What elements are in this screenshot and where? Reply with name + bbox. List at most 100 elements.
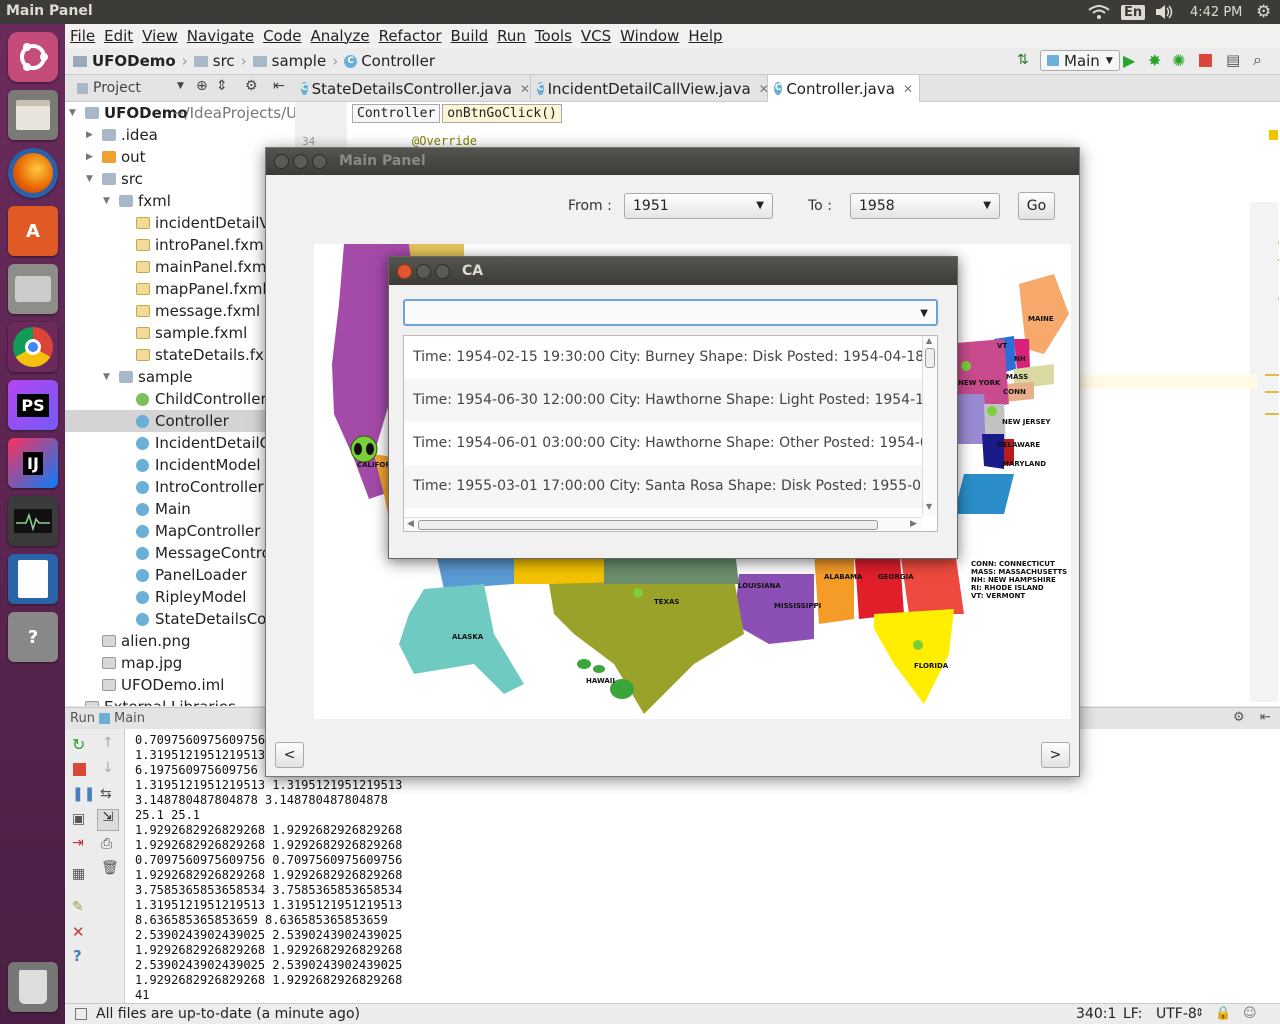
tree-item[interactable]: sample.fxml bbox=[65, 322, 295, 344]
tree-item[interactable]: incidentDetailVie bbox=[65, 212, 295, 234]
maximize-window-icon[interactable] bbox=[312, 154, 327, 169]
exit-icon[interactable]: ⇥ bbox=[72, 835, 84, 851]
wifi-icon[interactable] bbox=[1088, 0, 1110, 24]
disks-icon[interactable] bbox=[8, 264, 58, 314]
phpstorm-icon[interactable]: PS bbox=[8, 380, 58, 430]
tree-item[interactable]: ▼ sample bbox=[65, 366, 295, 388]
menu-vcs[interactable]: VCS bbox=[581, 27, 611, 45]
close-tab-icon[interactable]: ✕ bbox=[520, 82, 530, 96]
tree-item[interactable]: ▶ .idea bbox=[65, 124, 295, 146]
pause-icon[interactable]: ❚❚ bbox=[72, 786, 95, 802]
go-button[interactable]: Go bbox=[1018, 192, 1055, 220]
tree-item[interactable]: alien.png bbox=[65, 630, 295, 652]
previous-button[interactable]: < bbox=[275, 742, 304, 768]
next-button[interactable]: > bbox=[1041, 742, 1070, 768]
tree-item[interactable]: ▼ src bbox=[65, 168, 295, 190]
project-label[interactable]: Project bbox=[93, 80, 141, 96]
inspection-marker[interactable] bbox=[1269, 130, 1278, 140]
software-center-icon[interactable]: A bbox=[8, 206, 58, 256]
project-structure-icon[interactable]: ▤ bbox=[1226, 51, 1240, 69]
minimize-window-icon[interactable] bbox=[293, 154, 308, 169]
scroll-right-arrow-icon[interactable]: ▶ bbox=[910, 519, 917, 529]
vertical-scrollbar[interactable]: ▲ ▼ bbox=[922, 336, 937, 516]
files-icon[interactable] bbox=[8, 90, 58, 140]
tree-expand-icon[interactable]: ▼ bbox=[69, 102, 76, 124]
run-config-tab-label[interactable]: Main bbox=[114, 711, 145, 726]
rerun-icon[interactable]: ↻ bbox=[72, 735, 85, 754]
layout-icon[interactable]: ▦ bbox=[72, 866, 85, 882]
menu-file[interactable]: File bbox=[70, 27, 95, 45]
collapse-all-icon[interactable]: ⇕ bbox=[216, 78, 228, 94]
volume-icon[interactable] bbox=[1154, 0, 1174, 24]
clear-all-icon[interactable]: 🗑 bbox=[101, 860, 119, 876]
tree-item[interactable]: StateDetailsCon bbox=[65, 608, 295, 630]
close-run-icon[interactable]: ✕ bbox=[72, 923, 85, 941]
breadcrumb-controller[interactable]: Controller bbox=[361, 52, 435, 70]
map-state-mississippi[interactable] bbox=[814, 554, 854, 624]
map-state-texas[interactable] bbox=[549, 579, 744, 714]
tree-item[interactable]: MessageContro bbox=[65, 542, 295, 564]
hide-panel-icon[interactable]: ⇤ bbox=[273, 78, 285, 94]
alien-marker-ca[interactable] bbox=[350, 435, 378, 463]
file-encoding[interactable]: UTF-8 bbox=[1156, 1006, 1197, 1022]
incident-list-item[interactable]: Time: 1954-06-30 12:00:00 City: Hawthorn… bbox=[404, 379, 922, 422]
breadcrumb-project[interactable]: UFODemo bbox=[92, 52, 176, 70]
tree-item[interactable]: ▶ out bbox=[65, 146, 295, 168]
scroll-down-icon[interactable]: ↓ bbox=[102, 760, 114, 776]
incident-list-item[interactable]: Time: 1954-02-15 19:30:00 City: Burney S… bbox=[404, 336, 922, 379]
run-config-selector[interactable]: Main ▼ bbox=[1040, 50, 1120, 71]
close-dialog-icon[interactable] bbox=[397, 264, 412, 279]
soft-wrap-icon[interactable]: ⇆ bbox=[100, 786, 112, 802]
project-dropdown-icon[interactable]: ▼ bbox=[177, 81, 184, 91]
alien-marker-nj[interactable] bbox=[987, 406, 997, 416]
tree-item[interactable]: stateDetails.fxml bbox=[65, 344, 295, 366]
scroll-left-arrow-icon[interactable]: ◀ bbox=[407, 519, 414, 529]
debug-icon[interactable]: ✸ bbox=[1148, 51, 1161, 70]
hector-icon[interactable]: ☺ bbox=[1243, 1006, 1257, 1021]
dump-threads-icon[interactable]: ▣ bbox=[72, 811, 85, 827]
line-separator[interactable]: LF: bbox=[1123, 1006, 1142, 1022]
tree-item[interactable]: PanelLoader bbox=[65, 564, 295, 586]
horizontal-scrollbar[interactable]: ◀ ▶ bbox=[404, 517, 922, 531]
to-year-select[interactable]: 1958 ▼ bbox=[850, 193, 1000, 219]
tree-expand-icon[interactable]: ▼ bbox=[103, 366, 110, 388]
alien-marker-tx[interactable] bbox=[633, 588, 643, 598]
menu-tools[interactable]: Tools bbox=[535, 27, 572, 45]
tab-controller[interactable]: C Controller.java ✕ bbox=[768, 75, 920, 102]
incident-list-item[interactable]: Time: 1954-06-01 03:00:00 City: Hawthorn… bbox=[404, 422, 922, 465]
search-icon[interactable]: ⌕ bbox=[1253, 50, 1262, 70]
from-year-select[interactable]: 1951 ▼ bbox=[624, 193, 773, 219]
scroll-down-arrow-icon[interactable]: ▼ bbox=[926, 502, 932, 511]
alien-marker-fl[interactable] bbox=[913, 640, 923, 650]
keyboard-layout-indicator[interactable]: En bbox=[1121, 4, 1146, 20]
sync-icon[interactable]: ⊕ bbox=[196, 78, 208, 94]
tree-item[interactable]: IntroController bbox=[65, 476, 295, 498]
incident-list-item[interactable]: Time: 1955-03-01 17:00:00 City: Santa Ro… bbox=[404, 465, 922, 508]
scroll-up-arrow-icon[interactable]: ▲ bbox=[926, 336, 932, 345]
tree-item[interactable]: ▼UFODemo~/IdeaProjects/UFO bbox=[65, 102, 295, 124]
tree-expand-icon[interactable]: ▶ bbox=[86, 124, 93, 146]
tree-item[interactable]: IncidentDetailC bbox=[65, 432, 295, 454]
menu-view[interactable]: View bbox=[142, 27, 178, 45]
tree-item[interactable]: mapPanel.fxml bbox=[65, 278, 295, 300]
intellij-icon[interactable]: IJ bbox=[8, 438, 58, 488]
tree-item[interactable]: message.fxml bbox=[65, 300, 295, 322]
tree-item[interactable]: RipleyModel bbox=[65, 586, 295, 608]
tab-incidentdetailcallview[interactable]: C IncidentDetailCallView.java ✕ bbox=[531, 75, 769, 102]
minimize-dialog-icon[interactable] bbox=[416, 264, 431, 279]
close-tab-icon[interactable]: ✕ bbox=[903, 82, 913, 96]
run-hide-icon[interactable]: ⇤ bbox=[1260, 710, 1271, 725]
tree-item[interactable]: MapController bbox=[65, 520, 295, 542]
run-settings-icon[interactable]: ⚙ bbox=[1233, 710, 1245, 725]
menu-refactor[interactable]: Refactor bbox=[379, 27, 442, 45]
tree-item[interactable]: UFODemo.iml bbox=[65, 674, 295, 696]
menu-edit[interactable]: Edit bbox=[104, 27, 133, 45]
settings-icon[interactable]: ⚙ bbox=[245, 78, 258, 94]
clock[interactable]: 4:42 PM bbox=[1190, 5, 1242, 20]
tree-item[interactable]: introPanel.fxml bbox=[65, 234, 295, 256]
run-icon[interactable]: ▶ bbox=[1123, 51, 1135, 70]
crumb-class[interactable]: Controller bbox=[352, 104, 441, 123]
scroll-to-end-icon[interactable]: ⇲ bbox=[97, 809, 119, 831]
map-state-hawaii[interactable] bbox=[577, 659, 591, 669]
hscrollbar-thumb[interactable] bbox=[418, 520, 878, 530]
